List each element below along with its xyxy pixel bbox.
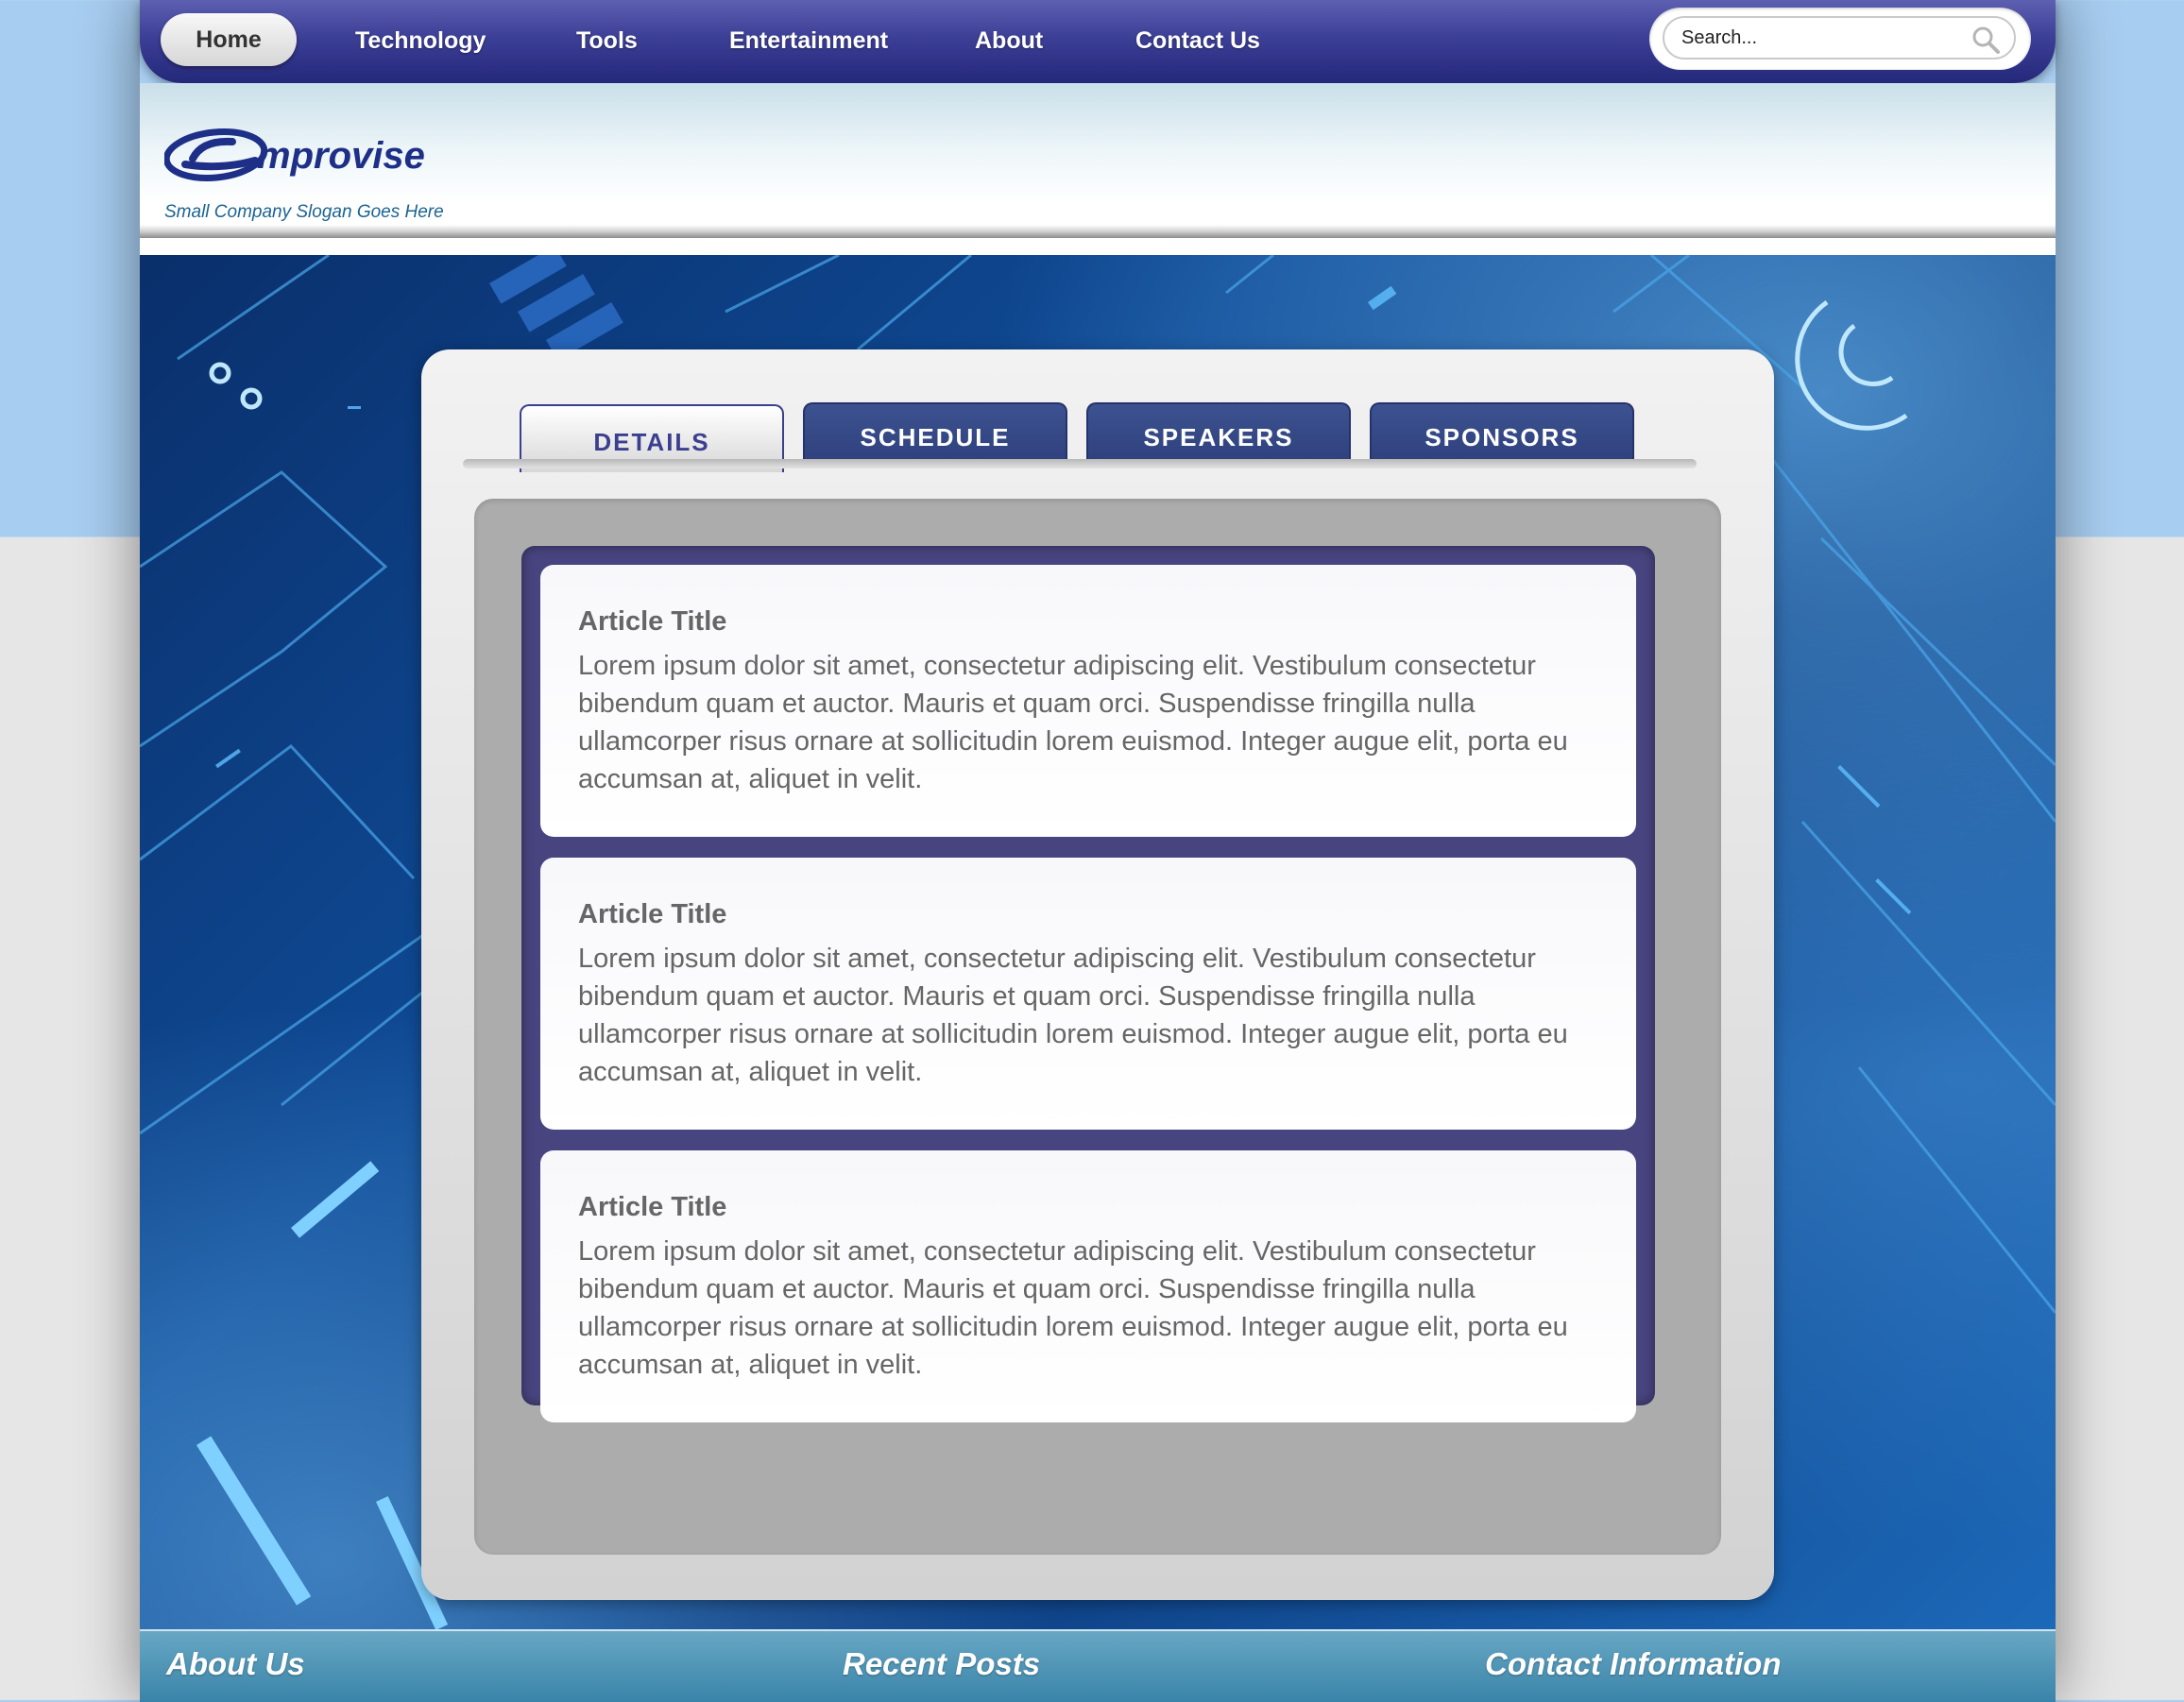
- article-body: Lorem ipsum dolor sit amet, consectetur …: [578, 1236, 1568, 1380]
- article-title[interactable]: Article Title: [578, 899, 1598, 930]
- search-icon[interactable]: [1971, 25, 2001, 55]
- nav-entertainment[interactable]: Entertainment: [729, 21, 888, 60]
- site-header: mprovise Small Company Slogan Goes Here: [140, 83, 2056, 255]
- article-title[interactable]: Article Title: [578, 606, 1598, 638]
- article-body: Lorem ipsum dolor sit amet, consectetur …: [578, 651, 1568, 794]
- search-input[interactable]: [1663, 16, 2016, 60]
- nav-tools[interactable]: Tools: [576, 21, 638, 60]
- content-area: Article Title Lorem ipsum dolor sit amet…: [474, 499, 1721, 1555]
- article-card: Article Title Lorem ipsum dolor sit amet…: [540, 565, 1636, 837]
- footer-heading-recent-posts: Recent Posts: [843, 1646, 1041, 1681]
- site-logo[interactable]: mprovise: [164, 127, 495, 185]
- search-box: [1649, 8, 2031, 70]
- event-panel: DETAILS SCHEDULE SPEAKERS SPONSORS Artic…: [421, 349, 1774, 1600]
- nav-home[interactable]: Home: [161, 13, 297, 66]
- article-card: Article Title Lorem ipsum dolor sit amet…: [540, 1150, 1636, 1422]
- article-list: Article Title Lorem ipsum dolor sit amet…: [521, 546, 1655, 1422]
- nav-technology[interactable]: Technology: [355, 21, 486, 60]
- main-nav: Home Technology Tools Entertainment Abou…: [140, 0, 2056, 83]
- footer-heading-contact-information: Contact Information: [1485, 1646, 1782, 1681]
- tab-baseline: [463, 459, 1697, 468]
- nav-contact-us[interactable]: Contact Us: [1135, 21, 1260, 60]
- logo-text: mprovise: [257, 135, 425, 177]
- header-divider: [140, 225, 2056, 238]
- site-footer: About Us Recent Posts Contact Informatio…: [140, 1629, 2056, 1702]
- nav-about[interactable]: About: [975, 21, 1043, 60]
- article-title[interactable]: Article Title: [578, 1192, 1598, 1223]
- article-card: Article Title Lorem ipsum dolor sit amet…: [540, 858, 1636, 1130]
- article-body: Lorem ipsum dolor sit amet, consectetur …: [578, 944, 1568, 1087]
- site-slogan: Small Company Slogan Goes Here: [164, 202, 444, 222]
- footer-heading-about-us: About Us: [166, 1646, 305, 1681]
